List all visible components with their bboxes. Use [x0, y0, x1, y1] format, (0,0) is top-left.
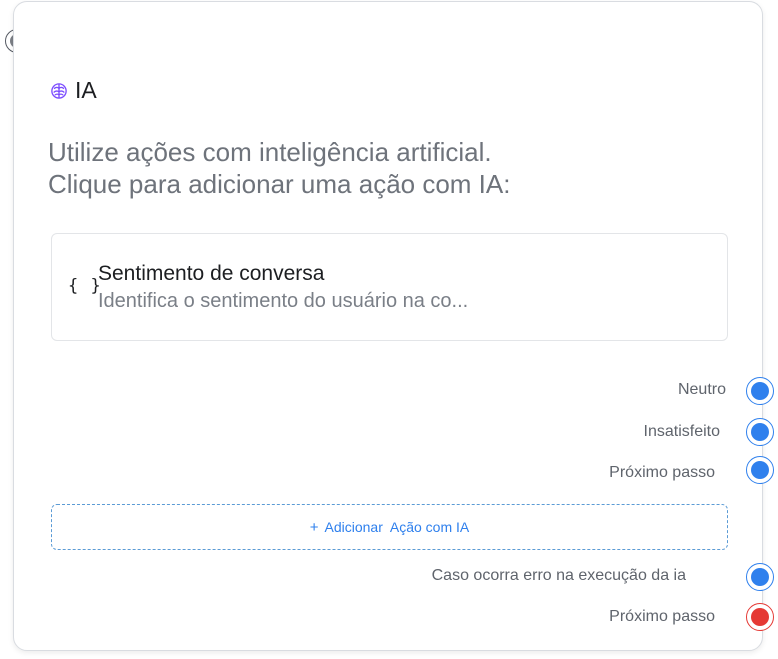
- add-ai-action-button[interactable]: + Adicionar Ação com IA: [51, 504, 728, 550]
- ai-action-card[interactable]: { } Sentimento de conversa Identifica o …: [51, 233, 728, 341]
- output-handle-neutro[interactable]: [746, 377, 774, 405]
- node-description: Utilize ações com inteligência artificia…: [48, 136, 708, 200]
- handle-dot: [751, 461, 769, 479]
- brain-icon: [50, 82, 68, 100]
- handle-dot: [751, 608, 769, 626]
- action-description: Identifica o sentimento do usuário na co…: [98, 290, 469, 312]
- output-label-proximo-passo: Próximo passo: [609, 464, 715, 481]
- node-header: IA: [50, 77, 97, 104]
- add-ai-action-label: Adicionar Ação com IA: [324, 519, 470, 535]
- description-line-2: Clique para adicionar uma ação com IA:: [48, 169, 511, 199]
- description-line-1: Utilize ações com inteligência artificia…: [48, 137, 492, 167]
- handle-dot: [751, 382, 769, 400]
- handle-dot: [751, 568, 769, 586]
- output-handle-insatisfeito[interactable]: [746, 418, 774, 446]
- action-title: Sentimento de conversa: [98, 262, 325, 285]
- braces-icon: { }: [68, 276, 102, 296]
- node-title: IA: [75, 77, 97, 103]
- output-handle-erro-proximo-passo[interactable]: [746, 603, 774, 631]
- output-handle-proximo-passo[interactable]: [746, 456, 774, 484]
- plus-icon: +: [309, 518, 319, 536]
- output-label-insatisfeito: Insatisfeito: [643, 423, 720, 440]
- output-label-erro-proximo-passo: Próximo passo: [609, 608, 715, 625]
- output-handle-erro[interactable]: [746, 563, 774, 591]
- output-label-erro: Caso ocorra erro na execução da ia: [431, 567, 686, 584]
- output-label-neutro: Neutro: [677, 381, 726, 398]
- handle-dot: [751, 423, 769, 441]
